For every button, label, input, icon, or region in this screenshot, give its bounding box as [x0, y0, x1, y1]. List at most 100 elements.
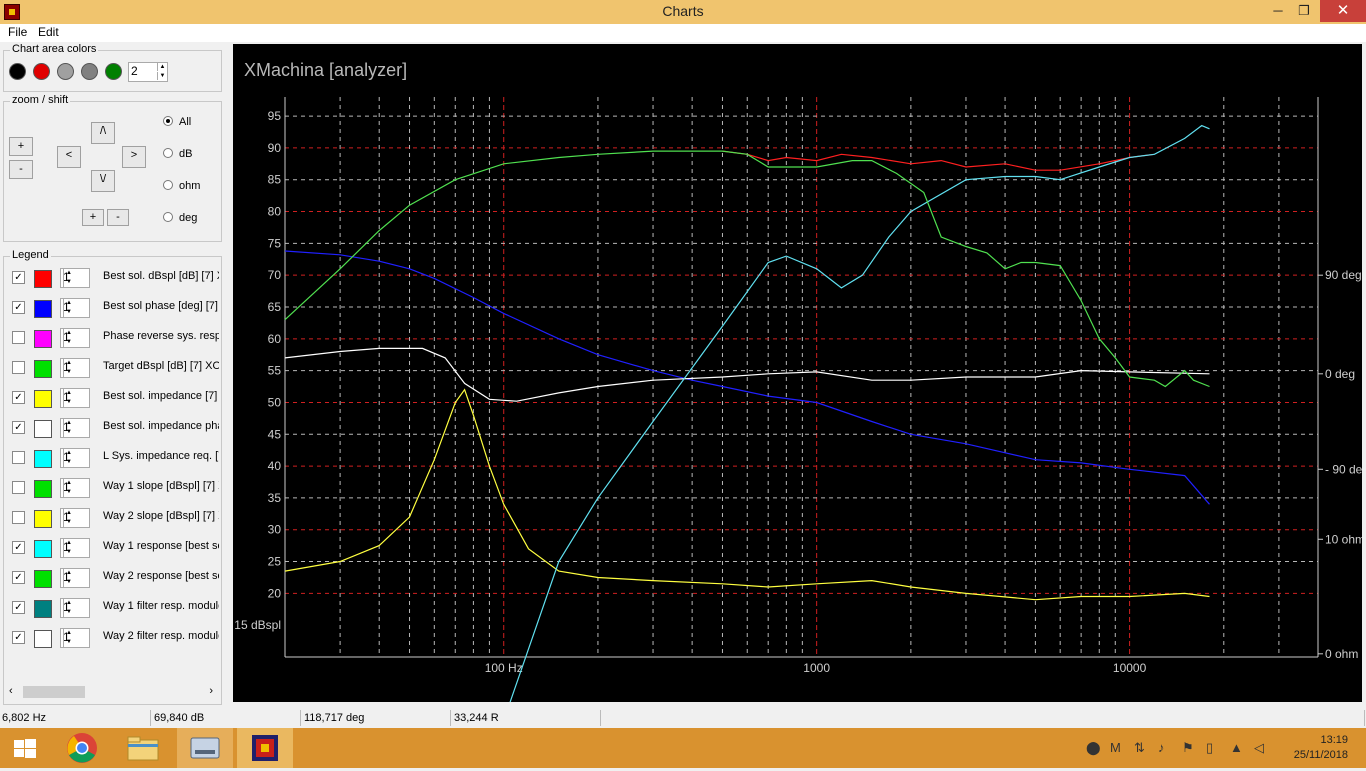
legend-item[interactable]: ✓ 1 ▲ ▼ Best sol phase [deg] [7] X	[8, 296, 220, 324]
spinner-down-icon[interactable]: ▼	[63, 338, 74, 347]
legend-item[interactable]: ✓ 1 ▲ ▼ Way 1 filter resp. module	[8, 596, 220, 624]
swatch-red[interactable]	[33, 63, 50, 80]
spinner-up-icon[interactable]: ▲	[63, 389, 74, 398]
legend-checkbox[interactable]: ✓	[12, 571, 25, 584]
menu-edit[interactable]: Edit	[38, 25, 59, 39]
swatch-black[interactable]	[9, 63, 26, 80]
legend-checkbox[interactable]	[12, 331, 25, 344]
spinner-down-icon[interactable]: ▼	[157, 72, 167, 80]
legend-width-spinner[interactable]: 1 ▲ ▼	[60, 328, 90, 348]
swatch-light-gray[interactable]	[57, 63, 74, 80]
legend-width-spinner[interactable]: 1 ▲ ▼	[60, 418, 90, 438]
legend-width-spinner[interactable]: 1 ▲ ▼	[60, 538, 90, 558]
maximize-button[interactable]: ❐	[1290, 0, 1318, 22]
legend-color-swatch[interactable]	[34, 450, 52, 468]
chart-svg[interactable]: XMachina [analyzer] 95 90 85 80 75 70 65 60 55 50…	[233, 44, 1366, 721]
legend-checkbox[interactable]: ✓	[12, 271, 25, 284]
h-zoom-out-button[interactable]: -	[107, 209, 129, 226]
legend-item[interactable]: ✓ 1 ▲ ▼ Way 2 filter resp. module	[8, 626, 220, 654]
tray-network-share-icon[interactable]: ⇅	[1134, 740, 1145, 756]
zoom-out-button[interactable]: -	[9, 160, 33, 179]
shift-left-button[interactable]: <	[57, 146, 81, 168]
legend-width-spinner[interactable]: 1 ▲ ▼	[60, 598, 90, 618]
tray-signal-icon[interactable]: ▲	[1230, 740, 1243, 755]
legend-width-spinner[interactable]: 1 ▲ ▼	[60, 268, 90, 288]
tray-device-icon[interactable]: ▯	[1206, 740, 1213, 756]
legend-item[interactable]: 1▲▼ Phase reverse sys. response	[8, 326, 220, 354]
chart-area[interactable]: XMachina [analyzer] 95 90 85 80 75 70 65 60 55 50…	[233, 44, 1366, 721]
spinner-down-icon[interactable]: ▼	[63, 518, 74, 527]
legend-checkbox[interactable]	[12, 511, 25, 524]
color-spinner[interactable]: 2 ▲ ▼	[128, 62, 168, 82]
spinner-down-icon[interactable]: ▼	[63, 548, 74, 557]
legend-checkbox[interactable]: ✓	[12, 391, 25, 404]
legend-checkbox[interactable]	[12, 481, 25, 494]
legend-color-swatch[interactable]	[34, 330, 52, 348]
tray-app-icon[interactable]: ⬤	[1086, 740, 1101, 756]
tray-flag-icon[interactable]: ⚑	[1182, 740, 1194, 756]
legend-item[interactable]: ✓ 1▲▼ Best sol. impedance phase	[8, 416, 220, 444]
legend-width-spinner[interactable]: 1 ▲ ▼	[60, 358, 90, 378]
legend-checkbox[interactable]	[12, 361, 25, 374]
spinner-up-icon[interactable]: ▲	[63, 539, 74, 548]
legend-color-swatch[interactable]	[34, 570, 52, 588]
legend-checkbox[interactable]: ✓	[12, 601, 25, 614]
swatch-green[interactable]	[105, 63, 122, 80]
radio-db[interactable]: dB	[163, 148, 192, 160]
legend-item[interactable]: 1 ▲ ▼ L Sys. impedance req. [7	[8, 446, 220, 474]
taskbar-chrome[interactable]	[54, 728, 110, 768]
scroll-left-icon[interactable]: ‹	[9, 685, 13, 697]
minimize-button[interactable]: ─	[1264, 0, 1292, 22]
spinner-up-icon[interactable]: ▲	[63, 419, 74, 428]
spinner-up-icon[interactable]: ▲	[63, 329, 74, 338]
spinner-up-icon[interactable]: ▲	[157, 63, 167, 71]
legend-checkbox[interactable]	[12, 451, 25, 464]
legend-width-spinner[interactable]: 1 ▲ ▼	[60, 388, 90, 408]
legend-color-swatch[interactable]	[34, 600, 52, 618]
legend-item[interactable]: ✓ 1 ▲ ▼ Best sol. dBspl [dB] [7] X	[8, 266, 220, 294]
spinner-up-icon[interactable]: ▲	[63, 629, 74, 638]
tray-malwarebytes-icon[interactable]: M	[1110, 740, 1121, 755]
legend-item[interactable]: ✓ 1 ▲ ▼ Best sol. impedance [7] X	[8, 386, 220, 414]
spinner-up-icon[interactable]: ▲	[63, 359, 74, 368]
spinner-down-icon[interactable]: ▼	[63, 278, 74, 287]
legend-width-spinner[interactable]: 1 ▲ ▼	[60, 298, 90, 318]
radio-ohm[interactable]: ohm	[163, 180, 200, 192]
spinner-up-icon[interactable]: ▲	[63, 509, 74, 518]
spinner-down-icon[interactable]: ▼	[63, 488, 74, 497]
taskbar-charts-app[interactable]	[237, 728, 293, 768]
spinner-up-icon[interactable]: ▲	[63, 569, 74, 578]
shift-up-button[interactable]: /\	[91, 122, 115, 144]
spinner-down-icon[interactable]: ▼	[63, 398, 74, 407]
spinner-down-icon[interactable]: ▼	[63, 308, 74, 317]
shift-down-button[interactable]: \/	[91, 170, 115, 192]
legend-color-swatch[interactable]	[34, 510, 52, 528]
spinner-down-icon[interactable]: ▼	[63, 458, 74, 467]
menu-file[interactable]: File	[8, 25, 27, 39]
legend-color-swatch[interactable]	[34, 300, 52, 318]
legend-hscrollbar[interactable]: ‹ ›	[5, 684, 218, 700]
spinner-up-icon[interactable]: ▲	[63, 299, 74, 308]
legend-checkbox[interactable]: ✓	[12, 421, 25, 434]
spinner-up-icon[interactable]: ▲	[63, 269, 74, 278]
start-button[interactable]	[0, 728, 50, 768]
spinner-up-icon[interactable]: ▲	[63, 479, 74, 488]
spinner-down-icon[interactable]: ▼	[63, 608, 74, 617]
spinner-down-icon[interactable]: ▼	[63, 578, 74, 587]
legend-color-swatch[interactable]	[34, 480, 52, 498]
scroll-thumb[interactable]	[23, 686, 85, 698]
legend-width-spinner[interactable]: 1 ▲ ▼	[60, 478, 90, 498]
legend-item[interactable]: ✓ 1 ▲ ▼ Way 1 response [best sol	[8, 536, 220, 564]
h-zoom-in-button[interactable]: +	[82, 209, 104, 226]
taskbar-onscreen-keyboard[interactable]	[177, 728, 233, 768]
legend-item[interactable]: 1 ▲ ▼ Way 2 slope [dBspl] [7] X	[8, 506, 220, 534]
legend-checkbox[interactable]: ✓	[12, 541, 25, 554]
zoom-in-button[interactable]: +	[9, 137, 33, 156]
swatch-gray[interactable]	[81, 63, 98, 80]
legend-checkbox[interactable]: ✓	[12, 301, 25, 314]
legend-color-swatch[interactable]	[34, 270, 52, 288]
close-button[interactable]: ✕	[1320, 0, 1366, 22]
legend-color-swatch[interactable]	[34, 540, 52, 558]
taskbar-clock[interactable]: 13:19 25/11/2018	[1294, 733, 1348, 763]
legend-color-swatch[interactable]	[34, 360, 52, 378]
